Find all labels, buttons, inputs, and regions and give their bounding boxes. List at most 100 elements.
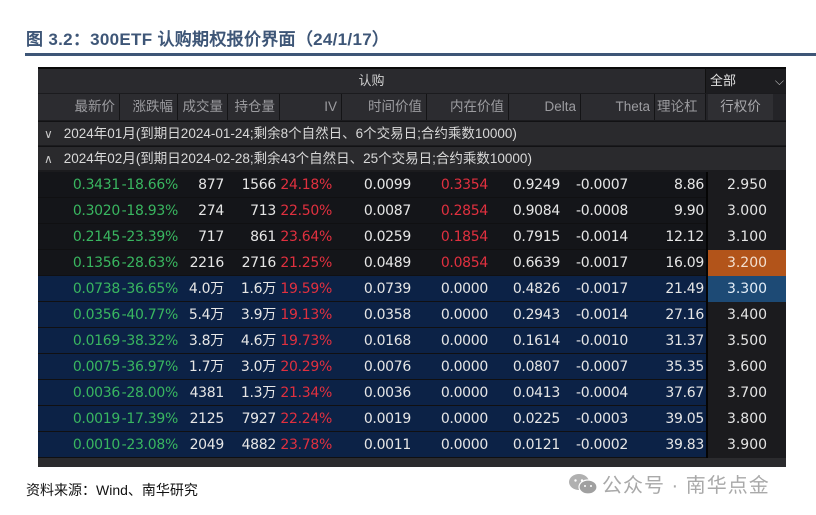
cell-time-value: 0.0358 <box>363 307 411 323</box>
cell-intrinsic-value: 0.0000 <box>440 333 488 349</box>
cell-strike-price[interactable]: 3.100 <box>706 224 786 250</box>
col-header-delta[interactable]: Delta <box>509 94 581 120</box>
cell-intrinsic-value: 0.3354 <box>440 177 488 193</box>
cell-open-interest: 3.0万 <box>240 359 276 375</box>
cell-time-value: 0.0739 <box>363 281 411 297</box>
quote-row[interactable]: 0.0169 -38.32% 3.8万 4.6万 19.73% 0.0168 0.0000 0… <box>38 328 786 354</box>
cell-theoretical-leverage: 16.09 <box>665 255 704 271</box>
cell-theoretical-leverage: 27.16 <box>665 307 704 323</box>
cell-change-pct: -18.66% <box>121 177 179 193</box>
cell-strike-price[interactable]: 3.200 <box>706 250 786 276</box>
filter-select[interactable]: 全部 ⌵ <box>706 69 786 93</box>
cell-iv: 24.18% <box>280 177 332 193</box>
cell-time-value: 0.0036 <box>363 385 411 401</box>
expiry-month-row-feb[interactable]: ∧ 2024年02月(到期日2024-02-28;剩余43个自然日、25个交易日… <box>38 146 786 170</box>
cell-intrinsic-value: 0.2854 <box>440 203 488 219</box>
option-quote-panel: 认购 全部 ⌵ 最新价 涨跌幅 成交量 持仓量 IV 时间价值 内在价值 Del… <box>38 67 786 467</box>
expiry-month-row-jan[interactable]: ∨ 2024年01月(到期日2024-01-24;剩余8个自然日、6个交易日;合… <box>38 121 786 145</box>
cell-open-interest: 3.9万 <box>240 307 276 323</box>
quote-row[interactable]: 0.0075 -36.97% 1.7万 3.0万 20.29% 0.0076 0.0000 0… <box>38 354 786 380</box>
cell-strike-price[interactable]: 3.700 <box>706 380 786 406</box>
col-header-iv[interactable]: IV <box>280 94 342 120</box>
cell-intrinsic-value: 0.0854 <box>440 255 488 271</box>
cell-open-interest: 7927 <box>241 411 277 427</box>
cell-volume: 1.7万 <box>188 359 224 375</box>
cell-delta: 0.4826 <box>512 281 560 297</box>
col-header-time-value[interactable]: 时间价值 <box>342 94 427 120</box>
quote-row[interactable]: 0.1356 -28.63% 2216 2716 21.25% 0.0489 0.0854 0… <box>38 250 786 276</box>
cell-last-price: 0.2145 <box>72 229 120 245</box>
cell-open-interest: 1566 <box>241 177 277 193</box>
cell-change-pct: -36.97% <box>121 359 179 375</box>
quote-row[interactable]: 0.0356 -40.77% 5.4万 3.9万 19.13% 0.0358 0.0000 0… <box>38 302 786 328</box>
cell-iv: 20.29% <box>280 359 332 375</box>
col-header-intrinsic-value[interactable]: 内在价值 <box>427 94 509 120</box>
cell-time-value: 0.0489 <box>363 255 411 271</box>
quote-row[interactable]: 0.0019 -17.39% 2125 7927 22.24% 0.0019 0.0000 0… <box>38 406 786 432</box>
cell-time-value: 0.0099 <box>363 177 411 193</box>
cell-open-interest: 861 <box>250 229 276 245</box>
cell-theta: -0.0007 <box>576 359 628 375</box>
cell-iv: 21.34% <box>280 385 332 401</box>
cell-theoretical-leverage: 12.12 <box>665 229 704 245</box>
col-header-theoretical-leverage[interactable]: 理论杠 <box>655 94 706 120</box>
cell-theoretical-leverage: 39.83 <box>665 437 704 453</box>
quote-row[interactable]: 0.2145 -23.39% 717 861 23.64% 0.0259 0.1854 0.7… <box>38 224 786 250</box>
cell-change-pct: -17.39% <box>121 411 179 427</box>
col-header-volume[interactable]: 成交量 <box>178 94 228 120</box>
col-header-change-pct[interactable]: 涨跌幅 <box>120 94 178 120</box>
cell-intrinsic-value: 0.0000 <box>440 437 488 453</box>
cell-intrinsic-value: 0.1854 <box>440 229 488 245</box>
cell-open-interest: 1.3万 <box>240 385 276 401</box>
cell-theta: -0.0007 <box>576 177 628 193</box>
quote-row[interactable]: 0.0738 -36.65% 4.0万 1.6万 19.59% 0.0739 0.0000 0… <box>38 276 786 302</box>
cell-last-price: 0.0010 <box>72 437 120 453</box>
cell-theta: -0.0017 <box>576 255 628 271</box>
cell-delta: 0.0807 <box>512 359 560 375</box>
cell-volume: 2125 <box>189 411 225 427</box>
cell-strike-price[interactable]: 2.950 <box>706 172 786 198</box>
wechat-icon <box>569 474 598 495</box>
quote-row[interactable]: 0.0010 -23.08% 2049 4882 23.78% 0.0011 0.0000 0… <box>38 432 786 458</box>
cell-iv: 23.78% <box>280 437 332 453</box>
cell-strike-price[interactable]: 3.300 <box>706 276 786 302</box>
cell-last-price: 0.0019 <box>72 411 120 427</box>
col-header-theta[interactable]: Theta <box>581 94 655 120</box>
col-header-open-interest[interactable]: 持仓量 <box>228 94 280 120</box>
cell-delta: 0.9084 <box>512 203 560 219</box>
cell-strike-price[interactable]: 3.900 <box>706 432 786 458</box>
cell-delta: 0.0121 <box>512 437 560 453</box>
cell-open-interest: 4882 <box>241 437 277 453</box>
cell-intrinsic-value: 0.0000 <box>440 359 488 375</box>
quote-row[interactable]: 0.3431 -18.66% 877 1566 24.18% 0.0099 0.3354 0.… <box>38 172 786 198</box>
cell-intrinsic-value: 0.0000 <box>440 281 488 297</box>
cell-theoretical-leverage: 39.05 <box>665 411 704 427</box>
cell-strike-price[interactable]: 3.400 <box>706 302 786 328</box>
cell-strike-price[interactable]: 3.600 <box>706 354 786 380</box>
cell-volume: 3.8万 <box>188 333 224 349</box>
quote-row[interactable]: 0.3020 -18.93% 274 713 22.50% 0.0087 0.2854 0.9… <box>38 198 786 224</box>
cell-strike-price[interactable]: 3.000 <box>706 198 786 224</box>
cell-volume: 2049 <box>189 437 225 453</box>
cell-last-price: 0.0169 <box>72 333 120 349</box>
col-header-last-price[interactable]: 最新价 <box>38 94 120 120</box>
chevron-down-icon: ⌵ <box>774 74 784 88</box>
cell-delta: 0.1614 <box>512 333 560 349</box>
cell-strike-price[interactable]: 3.800 <box>706 406 786 432</box>
cell-last-price: 0.0356 <box>72 307 120 323</box>
cell-last-price: 0.3431 <box>72 177 120 193</box>
cell-strike-price[interactable]: 3.500 <box>706 328 786 354</box>
cell-theoretical-leverage: 31.37 <box>665 333 704 349</box>
cell-theta: -0.0010 <box>576 333 628 349</box>
col-header-strike[interactable]: 行权价 <box>708 94 773 120</box>
cell-last-price: 0.0075 <box>72 359 120 375</box>
cell-delta: 0.6639 <box>512 255 560 271</box>
cell-delta: 0.0225 <box>512 411 560 427</box>
cell-volume: 2216 <box>189 255 225 271</box>
chevron-up-icon: ∧ <box>44 152 53 166</box>
cell-volume: 5.4万 <box>188 307 224 323</box>
quote-row[interactable]: 0.0036 -28.00% 4381 1.3万 21.34% 0.0036 0.0000 0… <box>38 380 786 406</box>
cell-theoretical-leverage: 9.90 <box>674 203 704 219</box>
horizontal-scrollbar[interactable] <box>38 458 786 467</box>
cell-last-price: 0.0738 <box>72 281 120 297</box>
